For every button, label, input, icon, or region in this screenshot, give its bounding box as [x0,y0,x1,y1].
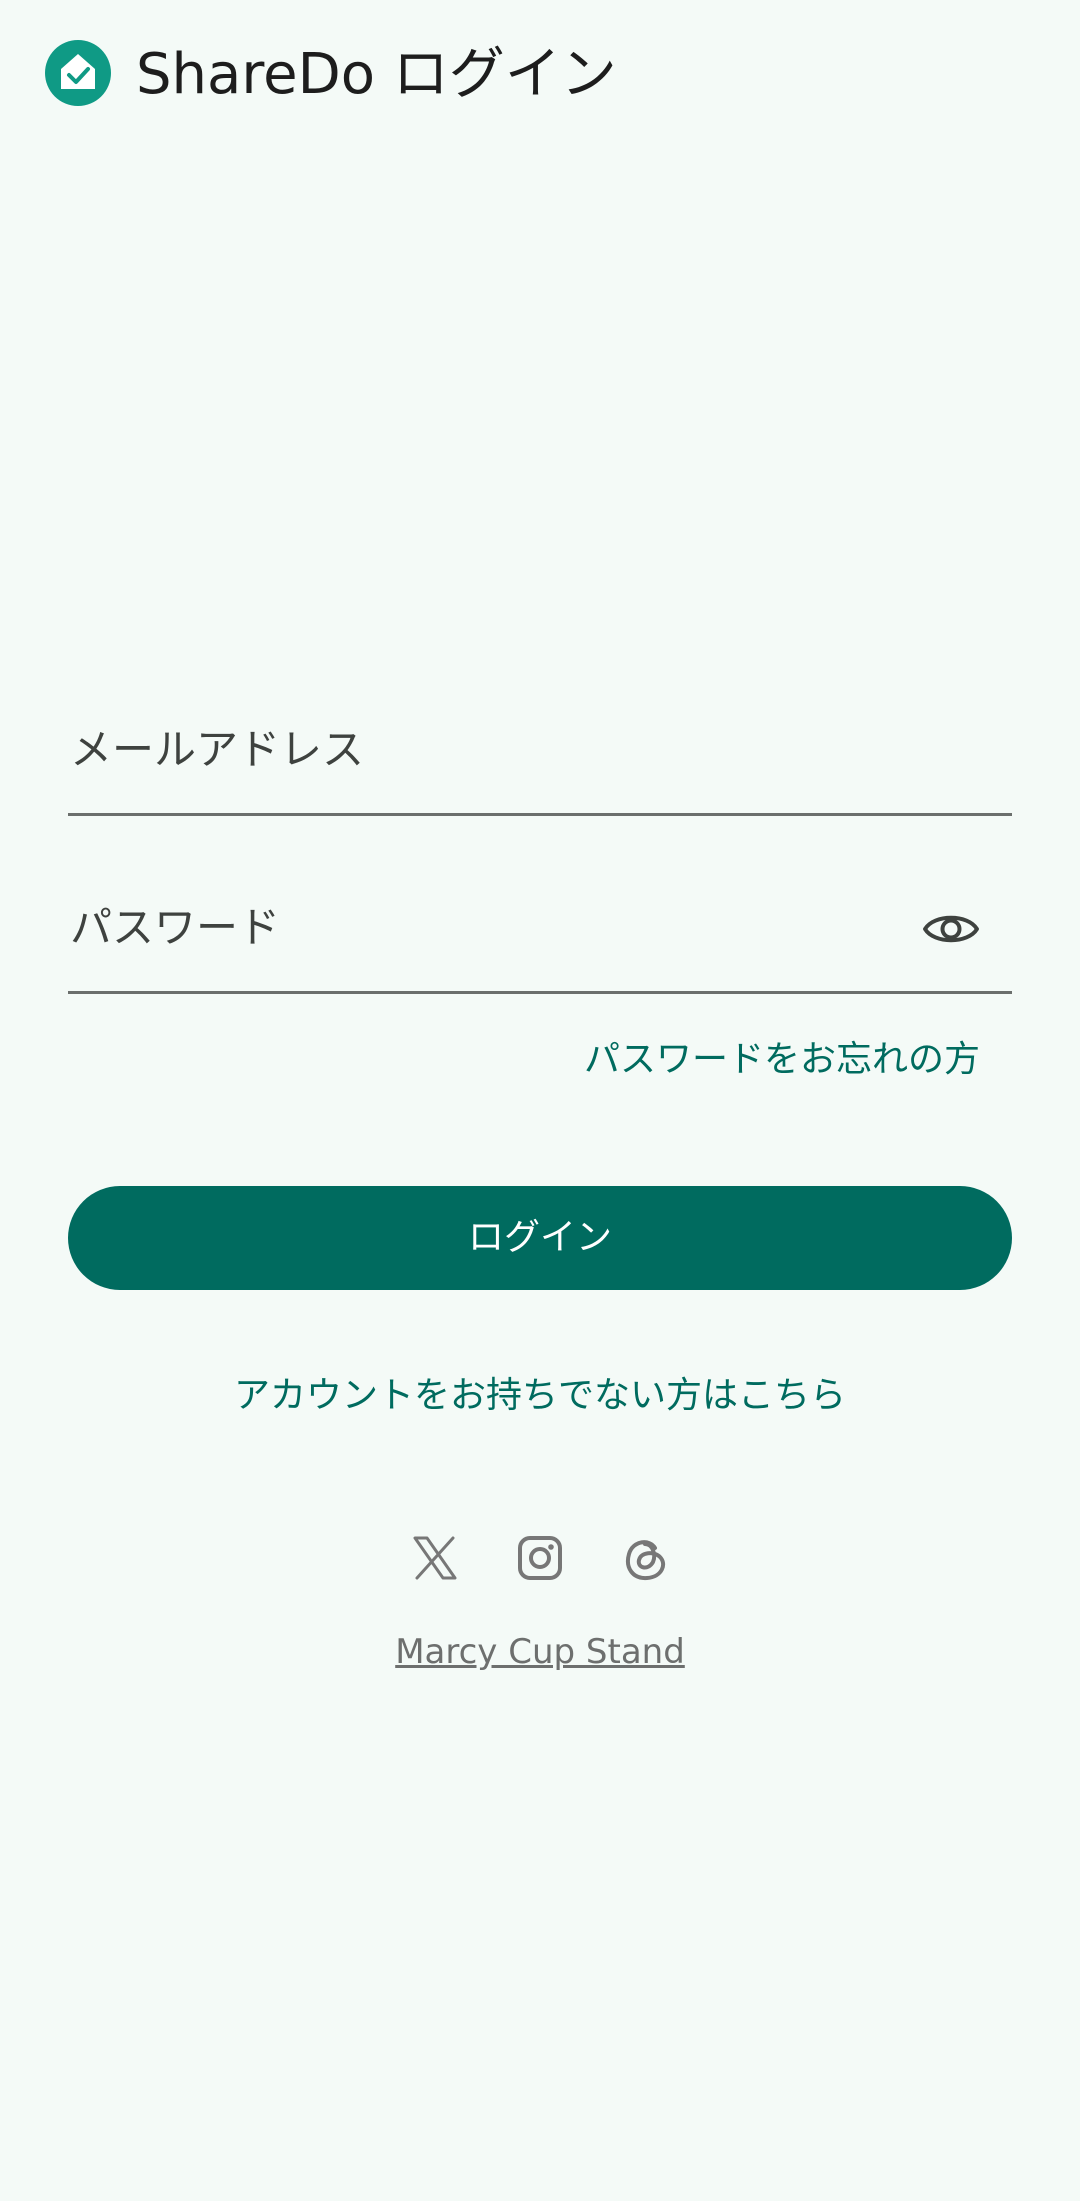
threads-icon[interactable] [617,1530,673,1586]
house-check-icon [45,40,111,106]
instagram-icon[interactable] [512,1530,568,1586]
password-field[interactable]: パスワード [68,874,1012,994]
password-field-label: パスワード [70,903,281,952]
eye-icon[interactable] [922,900,980,958]
login-button[interactable]: ログイン [68,1186,1012,1290]
page-title: ShareDo ログイン [136,42,617,107]
email-field[interactable]: メールアドレス [68,696,1012,816]
app-bar: ShareDo ログイン [0,0,1080,150]
forgot-password-link[interactable]: パスワードをお忘れの方 [584,1034,980,1086]
x-icon[interactable] [407,1530,463,1586]
footer-link[interactable]: Marcy Cup Stand [0,1628,1080,1676]
signup-link[interactable]: アカウントをお持ちでない方はこちら [0,1370,1080,1422]
email-field-label: メールアドレス [70,725,365,774]
social-links [0,1530,1080,1586]
